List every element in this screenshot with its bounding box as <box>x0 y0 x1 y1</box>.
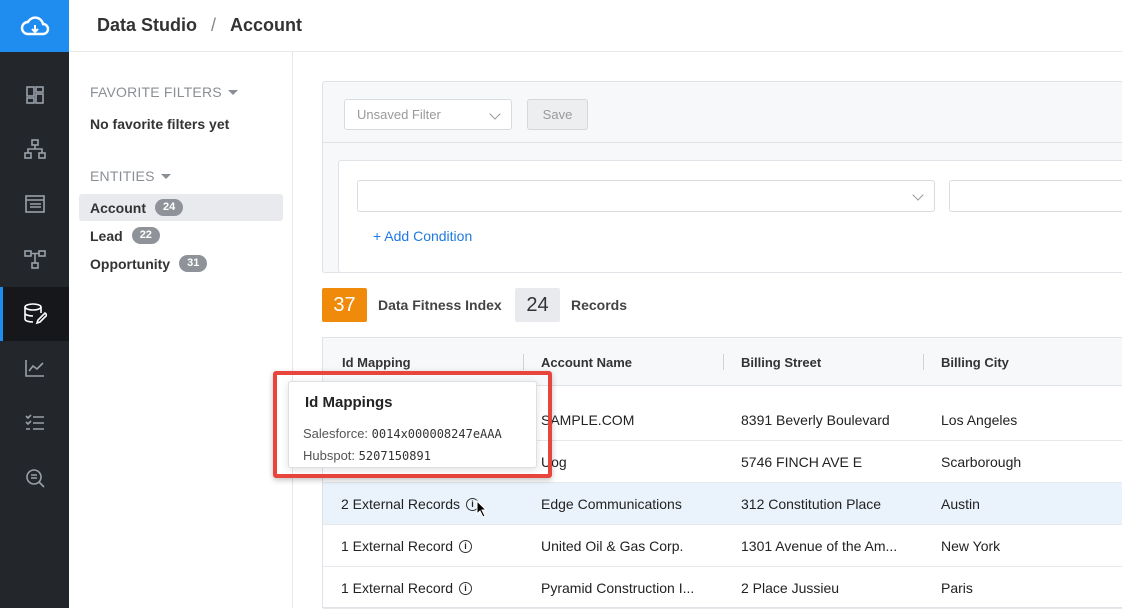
account-name-cell: United Oil & Gas Corp. <box>541 538 684 554</box>
billing-street-cell: 5746 FINCH AVE E <box>741 454 863 470</box>
entities-heading[interactable]: ENTITIES <box>90 168 171 184</box>
add-condition-link[interactable]: + Add Condition <box>373 228 472 244</box>
list-icon[interactable] <box>0 177 69 231</box>
fitness-score-badge: 37 <box>322 288 367 322</box>
tooltip-line-salesforce: Salesforce: 0014x000008247eAAA <box>303 426 502 441</box>
hierarchy-icon[interactable] <box>0 122 69 176</box>
id-mapping-cell[interactable]: 2 External Records i <box>341 483 480 525</box>
entity-item-account[interactable]: Account 24 <box>79 194 283 221</box>
entity-label: Lead <box>90 227 123 244</box>
caret-down-icon <box>160 173 171 179</box>
table-row[interactable]: 1 External Record i United Oil & Gas Cor… <box>323 525 1122 567</box>
billing-city-cell: Austin <box>941 496 980 512</box>
app-rail <box>0 0 69 608</box>
billing-city-cell: New York <box>941 538 1001 554</box>
save-button[interactable]: Save <box>527 99 588 130</box>
column-resize-handle[interactable] <box>923 354 924 370</box>
column-resize-handle[interactable] <box>723 354 724 370</box>
checklist-icon[interactable] <box>0 396 69 450</box>
condition-field-select[interactable] <box>357 180 935 212</box>
chevron-down-icon <box>912 189 924 201</box>
tooltip-line-hubspot: Hubspot: 5207150891 <box>303 448 431 463</box>
favorites-empty-text: No favorite filters yet <box>90 116 230 132</box>
divider <box>323 142 1122 143</box>
filter-panel: Unsaved Filter Save + Add Condition <box>322 81 1122 273</box>
breadcrumb-root[interactable]: Data Studio <box>97 15 197 36</box>
billing-city-cell: Paris <box>941 580 973 596</box>
column-header-billing-city[interactable]: Billing City <box>941 338 1009 386</box>
workflow-icon[interactable] <box>0 232 69 286</box>
entity-label: Opportunity <box>90 255 171 272</box>
entity-item-opportunity[interactable]: Opportunity 31 <box>79 250 283 277</box>
search-list-icon[interactable] <box>0 451 69 505</box>
main-content: Unsaved Filter Save + Add Condition 37 D… <box>294 52 1122 609</box>
mouse-cursor-icon <box>476 499 488 523</box>
billing-city-cell: Scarborough <box>941 454 1022 470</box>
favorite-filters-heading[interactable]: FAVORITE FILTERS <box>90 84 238 100</box>
column-header-account-name[interactable]: Account Name <box>541 338 632 386</box>
billing-street-cell: 312 Constitution Place <box>741 496 882 512</box>
records-count-badge: 24 <box>515 288 560 322</box>
breadcrumb: Data Studio / Account <box>69 0 1122 52</box>
info-icon[interactable]: i <box>459 581 473 595</box>
account-name-cell: Edge Communications <box>541 496 682 512</box>
condition-group: + Add Condition <box>338 160 1122 273</box>
column-resize-handle[interactable] <box>523 354 524 370</box>
saved-filter-select[interactable]: Unsaved Filter <box>344 99 512 130</box>
caret-down-icon <box>227 89 238 95</box>
id-mapping-cell[interactable]: 1 External Record i <box>341 567 473 609</box>
records-metric: 24 Records <box>515 288 627 322</box>
entity-label: Account <box>90 199 146 216</box>
table-row[interactable]: 2 External Records i Edge Communications… <box>323 483 1122 525</box>
entity-count-badge: 22 <box>131 227 160 244</box>
billing-city-cell: Los Angeles <box>941 412 1018 428</box>
cloud-logo-icon[interactable] <box>0 0 69 52</box>
id-mappings-tooltip: Id Mappings Salesforce: 0014x000008247eA… <box>288 381 537 468</box>
data-studio-icon[interactable] <box>0 287 69 341</box>
account-name-cell: SAMPLE.COM <box>541 412 635 428</box>
entities-sidebar: FAVORITE FILTERS No favorite filters yet… <box>69 52 293 608</box>
table-row[interactable]: 1 External Record i Pyramid Construction… <box>323 567 1122 609</box>
billing-street-cell: 1301 Avenue of the Am... <box>741 538 898 554</box>
column-header-billing-street[interactable]: Billing Street <box>741 338 821 386</box>
tooltip-highlight: Id Mappings Salesforce: 0014x000008247eA… <box>273 371 552 478</box>
chevron-down-icon <box>489 108 501 120</box>
entity-count-badge: 31 <box>179 255 208 272</box>
chart-icon[interactable] <box>0 341 69 395</box>
data-fitness-metric: 37 Data Fitness Index <box>322 288 502 322</box>
id-mapping-cell[interactable]: 1 External Record i <box>341 525 473 567</box>
billing-street-cell: 8391 Beverly Boulevard <box>741 412 890 428</box>
fitness-label: Data Fitness Index <box>378 297 502 313</box>
tooltip-title: Id Mappings <box>305 394 393 411</box>
condition-operator-select[interactable] <box>949 180 1122 212</box>
entity-count-badge: 24 <box>155 199 184 216</box>
records-label: Records <box>571 297 628 313</box>
entity-item-lead[interactable]: Lead 22 <box>79 222 283 249</box>
breadcrumb-separator: / <box>211 15 217 35</box>
account-name-cell: Pyramid Construction I... <box>541 580 695 596</box>
dashboard-icon[interactable] <box>0 68 69 122</box>
billing-street-cell: 2 Place Jussieu <box>741 580 840 596</box>
breadcrumb-current: Account <box>230 15 303 35</box>
info-icon[interactable]: i <box>459 539 473 553</box>
